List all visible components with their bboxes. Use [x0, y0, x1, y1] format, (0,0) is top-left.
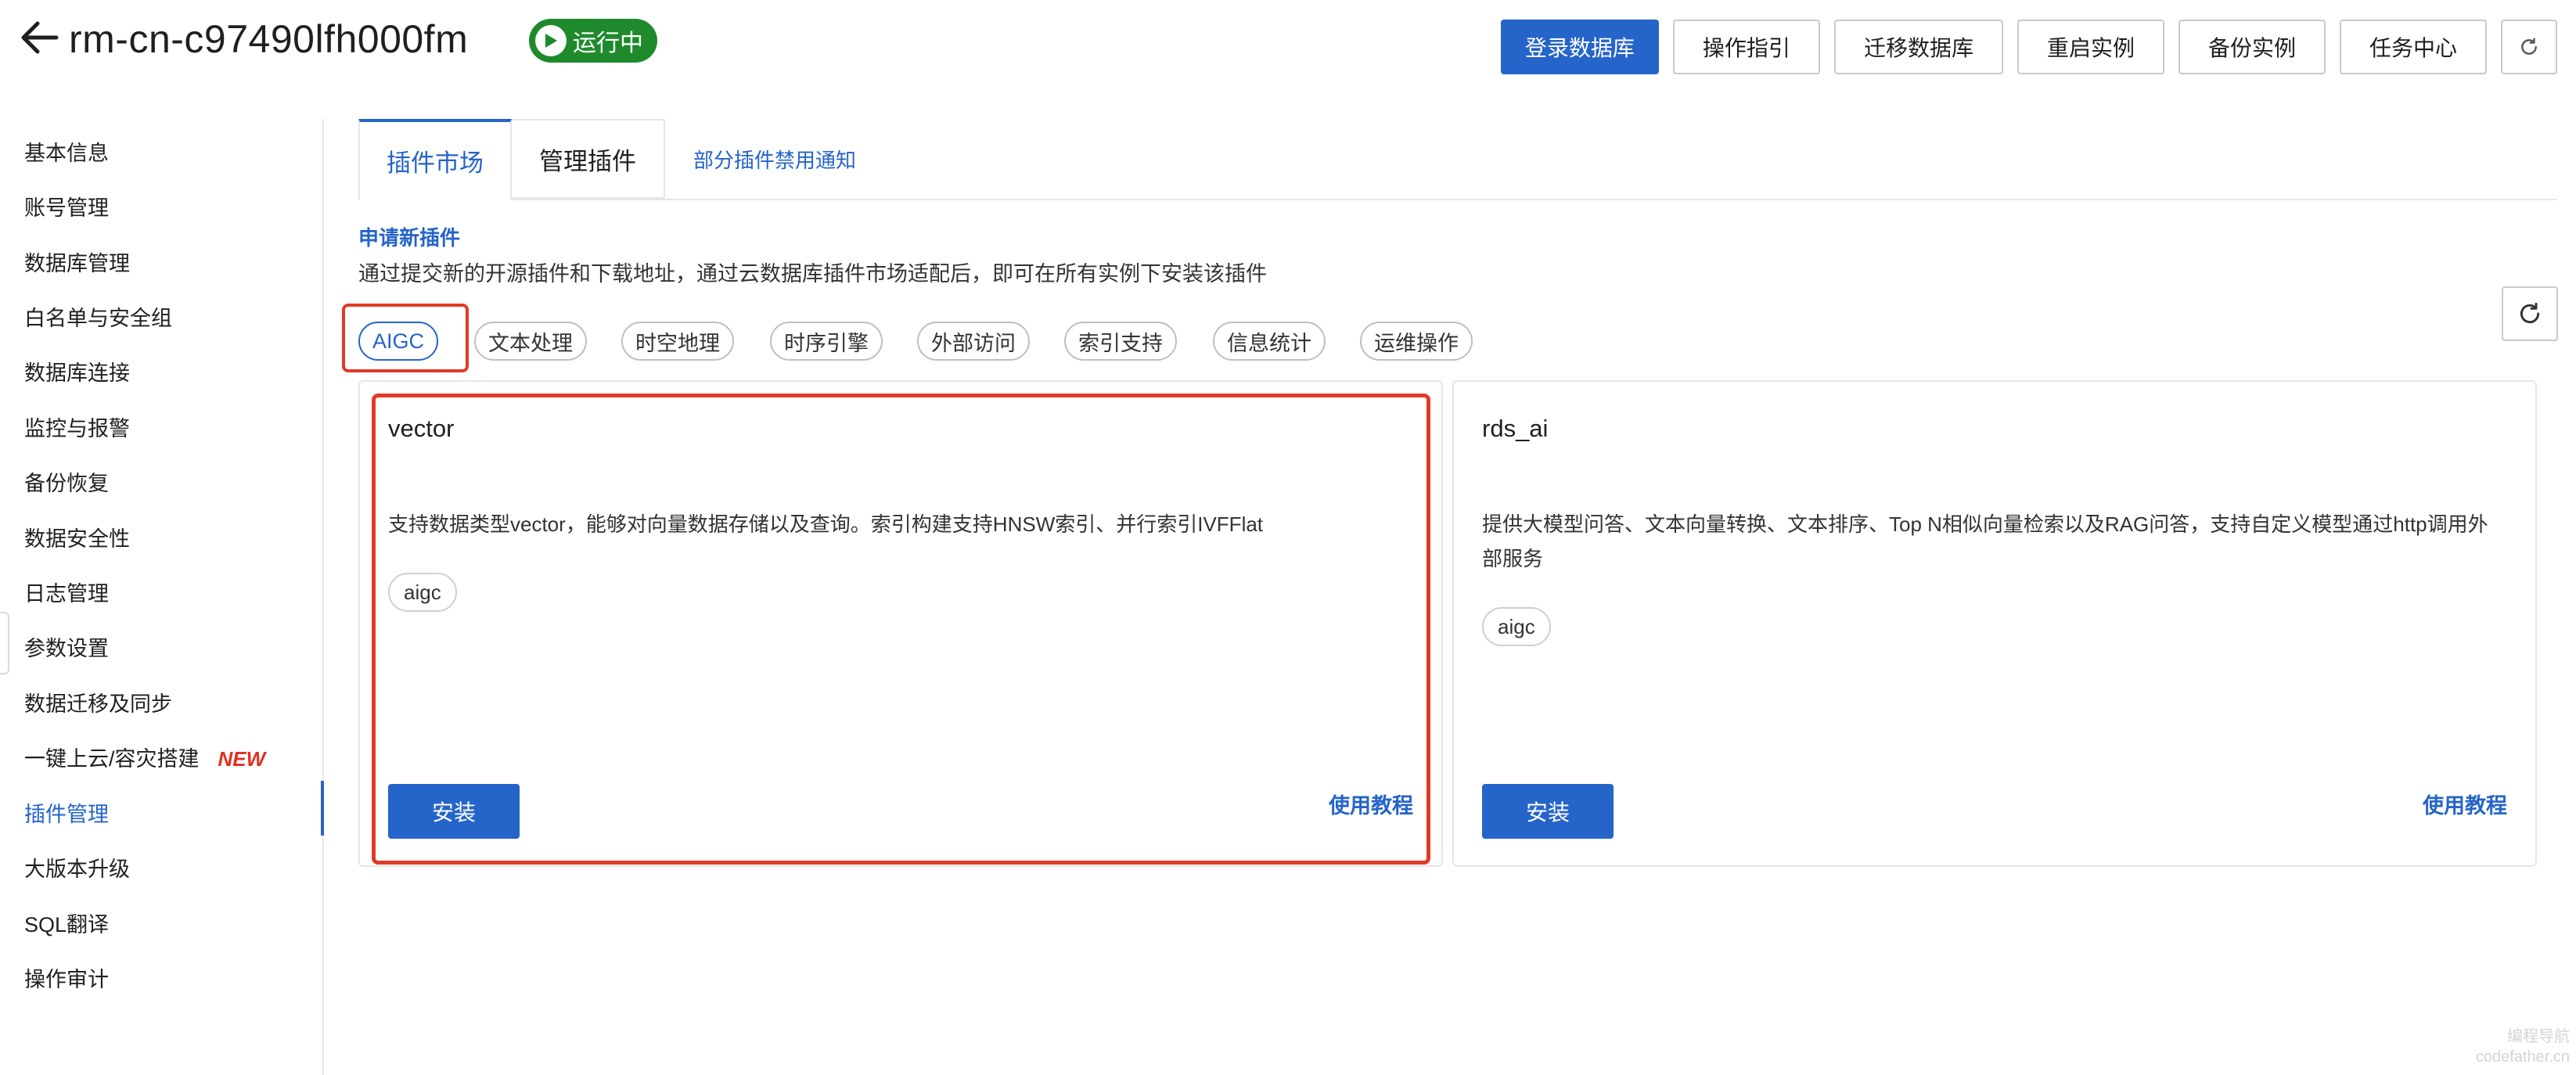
sidebar-collapse-handle[interactable]	[0, 612, 9, 674]
watermark: 编程导航 codefather.cn	[2476, 1026, 2570, 1067]
sidebar-item-logs[interactable]: 日志管理	[24, 577, 109, 607]
status-text: 运行中	[573, 31, 643, 56]
highlight-box-vector-card	[372, 394, 1430, 865]
filter-chip-geo[interactable]: 时空地理	[621, 322, 734, 361]
task-center-button[interactable]: 任务中心	[2339, 20, 2487, 74]
apply-new-plugin-link[interactable]: 申请新插件	[358, 222, 460, 251]
plugin-description: 提供大模型问答、文本向量转换、文本排序、Top N相似向量检索以及RAG问答，支…	[1482, 512, 2488, 570]
apply-description: 通过提交新的开源插件和下载地址，通过云数据库插件市场适配后，即可在所有实例下安装…	[358, 262, 1267, 286]
refresh-icon	[2520, 302, 2540, 324]
sidebar-active-indicator	[321, 781, 324, 836]
sidebar-item-audit[interactable]: 操作审计	[24, 962, 109, 993]
sidebar-item-cloud-dr[interactable]: 一键上云/容灾搭建 NEW	[24, 742, 265, 772]
plugin-refresh-button[interactable]	[2502, 286, 2558, 341]
login-database-button[interactable]: 登录数据库	[1500, 20, 1659, 74]
tutorial-link[interactable]: 使用教程	[2423, 789, 2507, 819]
sidebar-item-backup[interactable]: 备份恢复	[24, 466, 109, 497]
filter-chip-external[interactable]: 外部访问	[917, 322, 1030, 361]
new-badge: NEW	[218, 747, 266, 771]
plugin-tag: aigc	[1482, 607, 1551, 646]
sidebar-item-whitelist[interactable]: 白名单与安全组	[24, 301, 172, 332]
sidebar-item-parameters[interactable]: 参数设置	[24, 631, 109, 662]
watermark-line: codefather.cn	[2475, 1048, 2570, 1066]
sidebar-item-sql-translate[interactable]: SQL翻译	[24, 908, 109, 938]
plugin-disable-notice-link[interactable]: 部分插件禁用通知	[693, 119, 856, 199]
tab-bar: 插件市场 管理插件 部分插件禁用通知	[358, 119, 2557, 200]
toolbar: 登录数据库 操作指引 迁移数据库 重启实例 备份实例 任务中心	[1500, 20, 2557, 74]
plugin-card-rds-ai: rds_ai 提供大模型问答、文本向量转换、文本排序、Top N相似向量检索以及…	[1452, 380, 2537, 867]
sidebar-item-upgrade[interactable]: 大版本升级	[24, 852, 130, 883]
sidebar-item-connection[interactable]: 数据库连接	[24, 356, 130, 386]
install-button[interactable]: 安装	[1482, 784, 1614, 839]
sidebar-item-plugins[interactable]: 插件管理	[24, 797, 109, 828]
restart-instance-button[interactable]: 重启实例	[2017, 20, 2164, 74]
tab-plugin-market[interactable]: 插件市场	[358, 119, 512, 200]
sidebar-item-migration[interactable]: 数据迁移及同步	[24, 687, 172, 717]
filter-chip-text[interactable]: 文本处理	[474, 322, 587, 361]
sidebar-item-monitoring[interactable]: 监控与报警	[24, 412, 130, 442]
filter-chip-timeseries[interactable]: 时序引擎	[770, 322, 883, 361]
status-badge: 运行中	[529, 19, 657, 63]
sidebar: 基本信息 账号管理 数据库管理 白名单与安全组 数据库连接 监控与报警 备份恢复…	[0, 119, 324, 1075]
sidebar-item-accounts[interactable]: 账号管理	[24, 191, 109, 221]
sidebar-item-basic-info[interactable]: 基本信息	[24, 136, 109, 167]
sidebar-item-data-security[interactable]: 数据安全性	[24, 522, 130, 552]
sidebar-item-label: 一键上云/容灾搭建	[24, 747, 200, 771]
play-circle-icon	[535, 25, 567, 56]
back-arrow-icon[interactable]	[20, 20, 59, 55]
tab-manage-plugins[interactable]: 管理插件	[512, 119, 665, 199]
sidebar-item-databases[interactable]: 数据库管理	[24, 246, 130, 277]
watermark-line: 编程导航	[2507, 1028, 2570, 1045]
page-title: rm-cn-c97490lfh000fm	[69, 17, 469, 61]
plugin-name: rds_ai	[1482, 415, 1549, 442]
migrate-database-button[interactable]: 迁移数据库	[1833, 20, 2003, 74]
filter-chip-stats[interactable]: 信息统计	[1213, 322, 1326, 361]
backup-instance-button[interactable]: 备份实例	[2178, 20, 2326, 74]
refresh-icon	[2521, 38, 2537, 55]
filter-chip-ops[interactable]: 运维操作	[1360, 322, 1473, 361]
header-refresh-button[interactable]	[2501, 20, 2557, 74]
filter-chip-index[interactable]: 索引支持	[1064, 322, 1177, 361]
operation-guide-button[interactable]: 操作指引	[1672, 20, 1820, 74]
highlight-box-aigc	[342, 304, 469, 372]
